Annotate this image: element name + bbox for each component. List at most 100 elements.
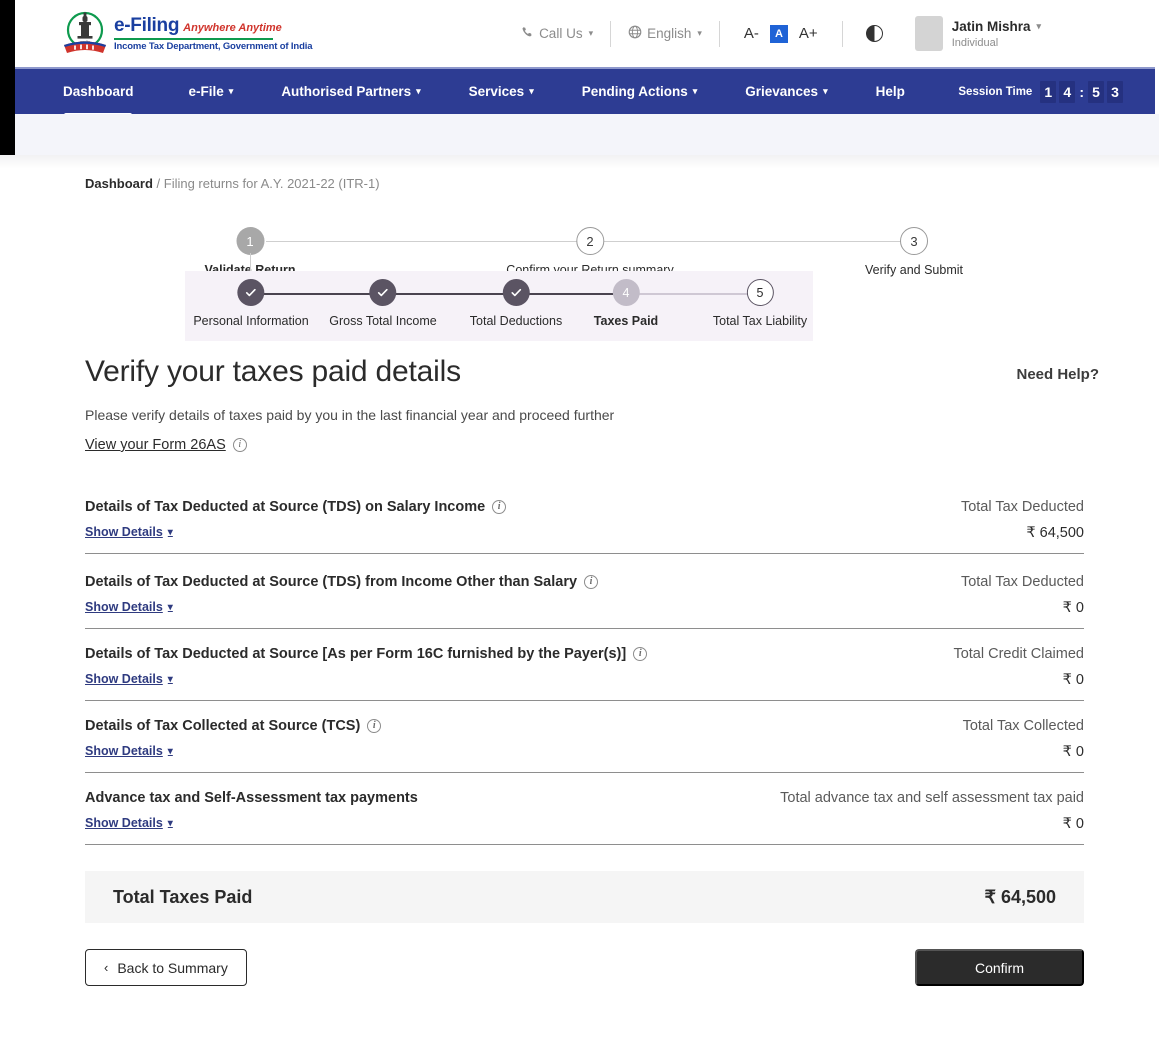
show-details-toggle[interactable]: Show Details ▾	[85, 672, 173, 686]
sub-step-label: Total Deductions	[469, 314, 563, 328]
show-details-toggle[interactable]: Show Details ▾	[85, 600, 173, 614]
need-help-link[interactable]: Need Help?	[1016, 366, 1099, 383]
chevron-down-icon: ▾	[167, 745, 173, 757]
show-details-label: Show Details	[85, 525, 163, 539]
main-navigation: Dashboard e-File ▾ Authorised Partners ▾…	[15, 67, 1155, 114]
section-caption: Total advance tax and self assessment ta…	[780, 790, 1084, 806]
primary-step-2[interactable]: 2 Confirm your Return summary	[506, 217, 674, 277]
total-value: ₹ 64,500	[984, 886, 1056, 907]
nav-item-authorised-partners[interactable]: Authorised Partners ▾	[281, 69, 420, 114]
section-title: Details of Tax Deducted at Source [As pe…	[85, 646, 627, 662]
user-role: Individual	[951, 36, 999, 49]
info-icon[interactable]: i	[633, 647, 648, 661]
sub-step-taxes-paid[interactable]: 4 Taxes Paid	[594, 279, 658, 328]
step-number-badge: 5	[746, 279, 774, 306]
font-size-controls: A- A A+	[737, 24, 825, 43]
nav-item-grievances[interactable]: Grievances ▾	[745, 69, 827, 114]
page-title: Verify your taxes paid details	[85, 355, 461, 388]
chevron-down-icon: ▾	[692, 86, 698, 96]
step-label: Verify and Submit	[865, 263, 963, 277]
table-row: Details of Tax Deducted at Source (TDS) …	[85, 554, 1084, 629]
step-check-badge	[502, 279, 530, 306]
chevron-down-icon: ▾	[697, 28, 702, 38]
back-to-summary-button[interactable]: ‹ Back to Summary	[85, 949, 247, 986]
sub-step-label: Taxes Paid	[593, 314, 659, 328]
chevron-down-icon: ▾	[167, 817, 173, 829]
tax-sections-list: Details of Tax Deducted at Source (TDS) …	[85, 479, 1084, 845]
brand-logo[interactable]: सत्यमेव e-Filing Anywhere Anytime Income…	[62, 10, 312, 58]
show-details-toggle[interactable]: Show Details ▾	[85, 744, 173, 758]
divider	[841, 20, 843, 47]
font-normal-button[interactable]: A	[769, 24, 788, 43]
sub-step-total-deductions[interactable]: Total Deductions	[470, 279, 562, 328]
section-value: ₹ 0	[1062, 744, 1084, 760]
info-icon[interactable]: i	[584, 575, 599, 589]
nav-label: Authorised Partners	[281, 84, 412, 99]
nav-item-dashboard[interactable]: Dashboard	[63, 69, 134, 114]
font-increase-button[interactable]: A+	[792, 25, 825, 42]
section-title-wrap: Details of Tax Deducted at Source (TDS) …	[85, 499, 507, 515]
view-form-26as-link[interactable]: View your Form 26AS i	[85, 437, 247, 453]
primary-stepper: 1 Validate Return 2 Confirm your Return …	[0, 217, 1159, 277]
session-timer: Session Time 1 4 : 5 3	[958, 80, 1155, 103]
step-check-badge	[237, 279, 265, 306]
language-menu[interactable]: English ▾	[628, 25, 702, 42]
user-name: Jatin Mishra	[951, 18, 1031, 34]
nav-item-help[interactable]: Help	[876, 69, 905, 114]
step-number-badge: 1	[236, 227, 264, 255]
show-details-toggle[interactable]: Show Details ▾	[85, 816, 173, 830]
sub-step-label: Personal Information	[193, 314, 309, 328]
total-label: Total Taxes Paid	[113, 886, 253, 907]
header-utilities: Call Us ▾ English ▾ A- A A+ Jatin Mishra	[521, 16, 1159, 51]
info-icon[interactable]: i	[367, 719, 382, 733]
section-title-wrap: Details of Tax Deducted at Source (TDS) …	[85, 574, 599, 590]
divider	[718, 20, 720, 47]
chevron-down-icon: ▾	[588, 28, 594, 38]
sub-step-gross-total-income[interactable]: Gross Total Income	[329, 279, 437, 328]
avatar	[914, 16, 943, 51]
contrast-icon[interactable]	[865, 25, 883, 42]
breadcrumb-root[interactable]: Dashboard	[85, 176, 153, 191]
total-taxes-paid-row: Total Taxes Paid ₹ 64,500	[85, 871, 1084, 923]
nav-label: Dashboard	[63, 84, 134, 99]
sub-step-label: Gross Total Income	[329, 314, 437, 328]
section-title-wrap: Details of Tax Collected at Source (TCS)…	[85, 718, 382, 734]
step-number-badge: 3	[900, 227, 928, 255]
chevron-down-icon: ▾	[228, 86, 234, 96]
section-title: Details of Tax Deducted at Source (TDS) …	[85, 499, 486, 515]
taxes-paid-panel: Need Help? Verify your taxes paid detail…	[0, 355, 1159, 999]
nav-label: Services	[468, 84, 525, 99]
form-26as-label: View your Form 26AS	[85, 437, 226, 453]
confirm-button[interactable]: Confirm	[915, 949, 1084, 986]
show-details-toggle[interactable]: Show Details ▾	[85, 525, 173, 539]
section-value: ₹ 0	[1062, 672, 1084, 688]
user-menu[interactable]: Jatin Mishra ▾ Individual	[914, 16, 1041, 51]
section-title: Details of Tax Collected at Source (TCS)	[85, 718, 361, 734]
globe-icon	[628, 25, 642, 42]
sub-step-total-tax-liability[interactable]: 5 Total Tax Liability	[713, 279, 807, 328]
session-digit: 1	[1040, 80, 1057, 103]
session-time-label: Session Time	[958, 85, 1033, 98]
font-decrease-button[interactable]: A-	[737, 25, 766, 42]
session-digit: 5	[1088, 80, 1104, 103]
info-icon[interactable]: i	[492, 500, 507, 514]
page-content: Dashboard / Filing returns for A.Y. 2021…	[0, 169, 1159, 277]
sub-step-label: Total Tax Liability	[712, 314, 808, 328]
sub-step-personal-information[interactable]: Personal Information	[193, 279, 309, 328]
step-check-badge	[369, 279, 397, 306]
call-us-menu[interactable]: Call Us ▾	[521, 26, 593, 42]
section-caption: Total Tax Deducted	[960, 574, 1084, 590]
nav-item-pending-actions[interactable]: Pending Actions ▾	[582, 69, 698, 114]
primary-step-3[interactable]: 3 Verify and Submit	[865, 217, 963, 277]
section-title-wrap: Advance tax and Self-Assessment tax paym…	[85, 790, 418, 806]
brand-department: Income Tax Department, Government of Ind…	[114, 40, 313, 52]
info-icon[interactable]: i	[232, 438, 247, 452]
section-title: Advance tax and Self-Assessment tax paym…	[85, 790, 418, 806]
show-details-label: Show Details	[85, 600, 163, 614]
section-value: ₹ 0	[1062, 816, 1084, 832]
nav-item-services[interactable]: Services ▾	[469, 69, 534, 114]
top-header: सत्यमेव e-Filing Anywhere Anytime Income…	[0, 0, 1159, 67]
session-digit: 3	[1107, 80, 1123, 103]
table-row: Details of Tax Deducted at Source (TDS) …	[85, 479, 1084, 554]
nav-item-efile[interactable]: e-File ▾	[189, 69, 234, 114]
